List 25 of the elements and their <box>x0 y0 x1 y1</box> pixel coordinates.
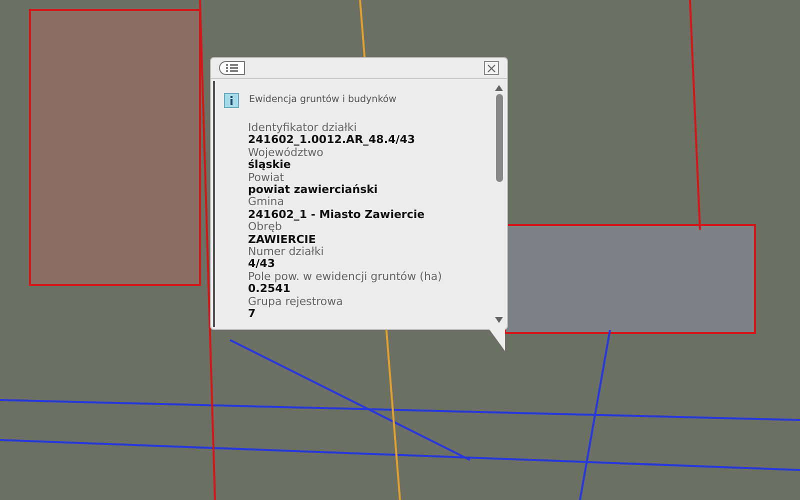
field-value: ZAWIERCIE <box>248 234 317 246</box>
field-label: Gmina <box>248 196 284 209</box>
field-value: 7 <box>248 308 256 320</box>
field-value: 241602_1 - Miasto Zawiercie <box>248 208 426 222</box>
field-value: 241602_1.0012.AR_48.4/43 <box>248 134 416 147</box>
scroll-down-icon <box>495 317 503 323</box>
field-value: 0.2541 <box>248 283 290 296</box>
info-icon <box>224 93 239 108</box>
list-button[interactable] <box>219 61 245 75</box>
field-value: powiat zawierciański <box>248 184 379 196</box>
scroll-thumb[interactable] <box>496 94 502 182</box>
field-label: Numer działki <box>248 246 325 258</box>
list-icon <box>226 64 238 72</box>
field-label: Grupa rejestrowa <box>248 296 344 308</box>
scroll-up-icon <box>495 85 503 91</box>
field-label: Identyfikator działki <box>248 122 358 134</box>
field-value: 4/43 <box>248 258 276 271</box>
close-icon <box>487 64 496 72</box>
popup-title: Ewidencja gruntów i budynków <box>249 93 396 108</box>
close-button[interactable] <box>484 61 499 75</box>
field-value: śląskie <box>248 159 291 172</box>
field-label: Powiat <box>248 172 286 184</box>
field-label: Pole pow. w ewidencji gruntów (ha) <box>248 270 443 284</box>
field-label: Województwo <box>248 146 324 159</box>
field-label: Obręb <box>248 221 282 234</box>
